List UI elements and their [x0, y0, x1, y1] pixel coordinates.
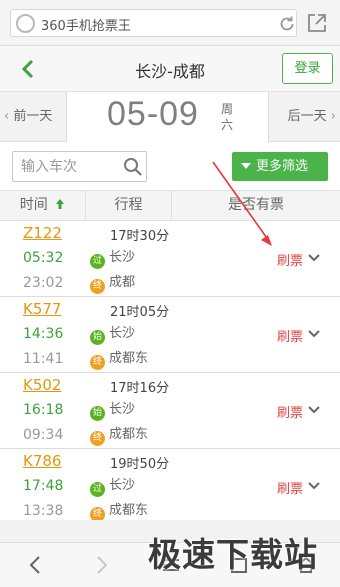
forward-nav-icon[interactable]	[90, 554, 112, 576]
back-nav-icon[interactable]	[25, 554, 47, 576]
watermark-text: 极速下载站	[148, 535, 318, 574]
annotation-arrow-icon	[212, 161, 272, 246]
